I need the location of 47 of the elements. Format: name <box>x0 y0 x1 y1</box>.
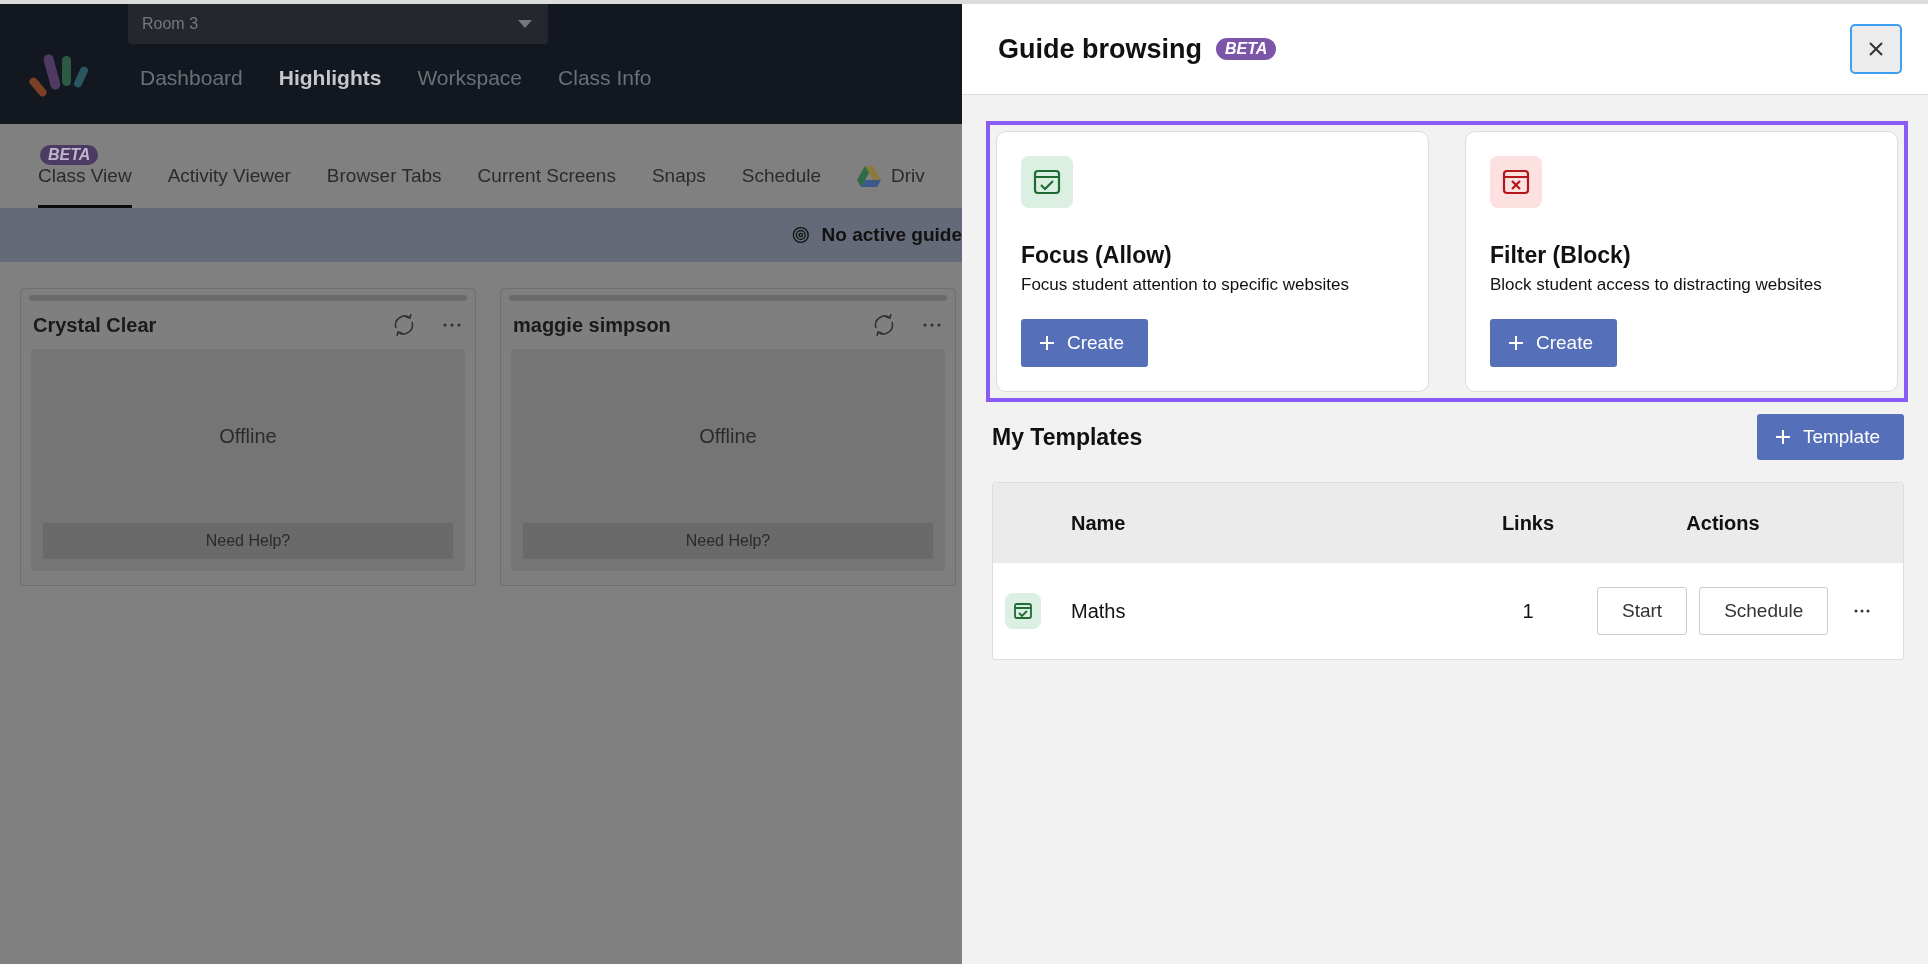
tab[interactable]: Activity Viewer <box>167 126 291 208</box>
create-button[interactable]: Create <box>1490 319 1618 367</box>
option-title: Filter (Block) <box>1490 242 1631 269</box>
table-cell-text: Maths <box>1071 599 1127 623</box>
add-template-button[interactable]: Template <box>1756 414 1904 460</box>
nav-link[interactable]: Highlights <box>278 66 382 90</box>
column-header: Links <box>1500 511 1556 535</box>
more-icon[interactable] <box>1854 609 1871 613</box>
student-name: maggie simpson <box>513 313 672 337</box>
column-header: Actions <box>1685 511 1761 535</box>
action-button[interactable]: Schedule <box>1699 587 1829 635</box>
banner-text: No active guide <box>821 224 962 246</box>
plus-icon <box>1508 335 1524 351</box>
tab[interactable]: Snaps <box>651 126 706 208</box>
drive-icon <box>857 165 882 187</box>
close-button[interactable] <box>1850 24 1902 74</box>
nav-link[interactable]: Dashboard <box>140 66 243 90</box>
option-title: Focus (Allow) <box>1021 242 1172 269</box>
status-text: Offline <box>699 423 757 449</box>
drawer-title: Guide browsing <box>998 33 1202 65</box>
window-check-icon <box>1021 156 1073 208</box>
beta-badge: BETA <box>40 145 99 165</box>
help-button[interactable]: Need Help? <box>43 523 453 559</box>
tab[interactable]: Browser Tabs <box>326 126 442 208</box>
close-icon <box>1868 41 1884 57</box>
plus-icon <box>1039 335 1055 351</box>
status-text: Offline <box>219 423 277 449</box>
tab[interactable]: Current Screens <box>477 126 616 208</box>
table-cell-text: 1 <box>1521 599 1535 623</box>
action-button[interactable]: Start <box>1597 587 1688 635</box>
caret-icon <box>518 20 532 28</box>
option-description: Focus student attention to specific websites <box>1021 275 1349 295</box>
window-check-icon <box>1005 593 1041 629</box>
room-dropdown[interactable]: Room 3 <box>128 4 548 44</box>
window-x-icon <box>1490 156 1542 208</box>
help-button[interactable]: Need Help? <box>523 523 933 559</box>
beta-badge: BETA <box>1216 38 1277 60</box>
nav-link[interactable]: Class Info <box>558 66 652 90</box>
tab[interactable]: Driv <box>857 126 925 208</box>
column-header: Name <box>1071 511 1127 535</box>
plus-icon <box>1774 429 1791 445</box>
create-button[interactable]: Create <box>1021 319 1149 367</box>
student-name: Crystal Clear <box>33 313 158 337</box>
section-title: My Templates <box>992 423 1143 451</box>
nav-link[interactable]: Workspace <box>417 66 523 90</box>
tab[interactable]: Schedule <box>741 126 822 208</box>
option-description: Block student access to distracting websites <box>1490 275 1822 295</box>
